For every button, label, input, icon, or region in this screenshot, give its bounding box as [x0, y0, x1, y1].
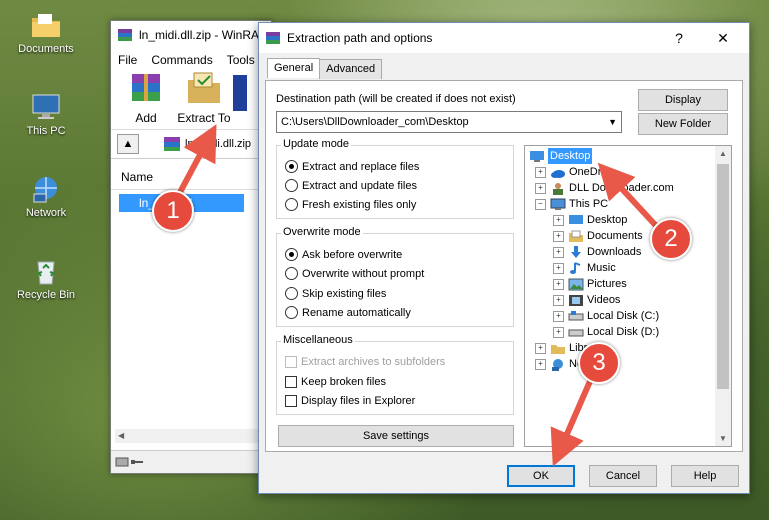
arrow-2: [597, 162, 663, 233]
step-callout-1: 1: [152, 190, 194, 232]
arrow-3: [550, 370, 597, 467]
arrow-1: [175, 124, 217, 198]
desktop-background: Documents This PC Network Recycle Bin ln…: [0, 0, 769, 520]
tutorial-arrows: [175, 124, 663, 467]
step-callout-3: 3: [578, 342, 620, 384]
step-callout-2: 2: [650, 218, 692, 260]
